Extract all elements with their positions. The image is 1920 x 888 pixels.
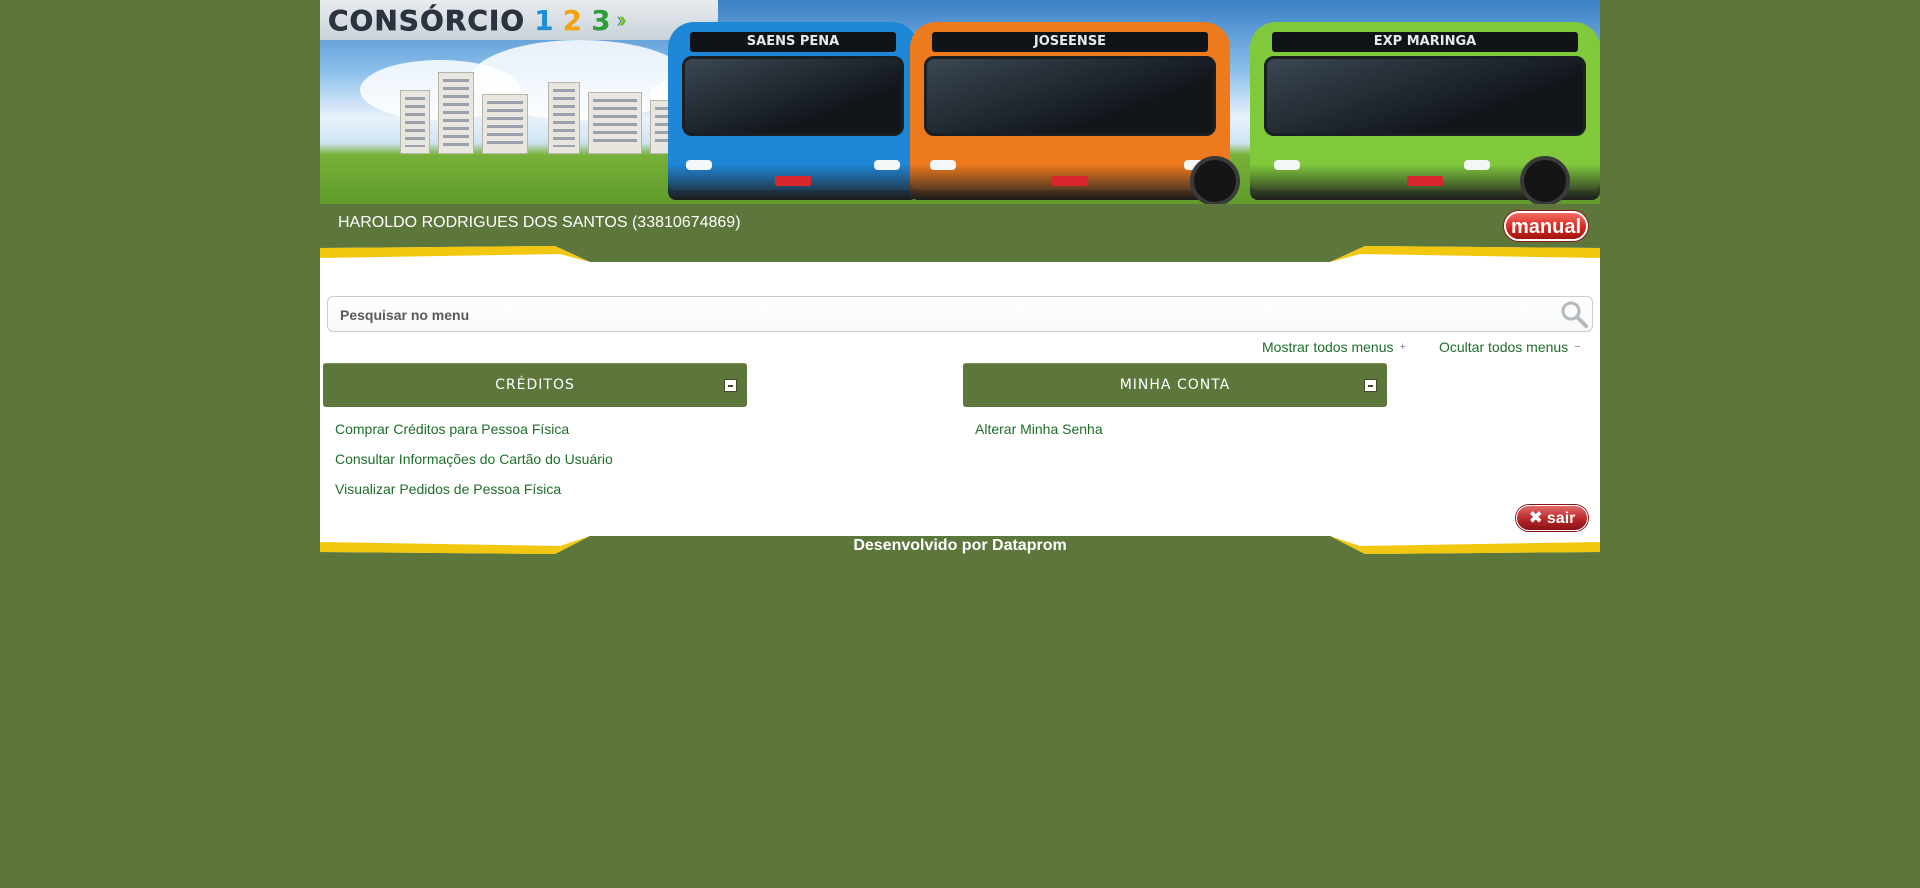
search-icon[interactable] <box>1560 300 1588 328</box>
main-panel: Mostrar todos menus + Ocultar todos menus… <box>320 264 1600 536</box>
user-bar: HAROLDO RODRIGUES DOS SANTOS (3381067486… <box>320 204 1600 250</box>
bus-headlight <box>1464 160 1490 170</box>
consorcio-logo: CONSÓRCIO 1 2 3 ››› <box>320 0 718 40</box>
bus-headlight <box>874 160 900 170</box>
search-box <box>327 296 1593 333</box>
bus-destination-sign: EXP MARINGA <box>1272 32 1578 52</box>
collapse-icon[interactable] <box>724 379 737 392</box>
menu-item-consultar-cartao[interactable]: Consultar Informações do Cartão do Usuár… <box>335 451 613 467</box>
exit-button[interactable]: ✖ sair <box>1516 505 1588 531</box>
bus-plate <box>1052 176 1088 186</box>
header-banner: CONSÓRCIO 1 2 3 ››› SAENS PENA JOSEENSE … <box>320 0 1600 204</box>
bus-windshield <box>682 56 904 136</box>
menu-item-alterar-senha[interactable]: Alterar Minha Senha <box>975 421 1103 437</box>
section-header-minha-conta[interactable]: MINHA CONTA <box>963 363 1387 407</box>
bus-windshield <box>924 56 1216 136</box>
show-all-menus-label: Mostrar todos menus <box>1262 339 1394 355</box>
user-name-label: HAROLDO RODRIGUES DOS SANTOS (3381067486… <box>338 214 741 231</box>
hide-all-menus-link[interactable]: Ocultar todos menus − <box>1439 339 1581 355</box>
building-decoration <box>482 94 528 154</box>
bus-headlight <box>930 160 956 170</box>
page-wrapper: CONSÓRCIO 1 2 3 ››› SAENS PENA JOSEENSE … <box>320 0 1600 250</box>
bus-image: JOSEENSE <box>910 22 1240 204</box>
bus-plate <box>1407 176 1443 186</box>
logo-number-3: 3 <box>591 3 611 37</box>
bus-image: EXP MARINGA <box>1250 22 1600 204</box>
footer-credit: Desenvolvido por Dataprom <box>853 537 1067 554</box>
bus-destination-sign: SAENS PENA <box>690 32 896 52</box>
hide-all-menus-label: Ocultar todos menus <box>1439 339 1569 355</box>
menu-item-comprar-creditos[interactable]: Comprar Créditos para Pessoa Física <box>335 421 569 437</box>
section-title: MINHA CONTA <box>1119 377 1231 393</box>
logo-number-1: 1 <box>534 3 554 37</box>
bus-wheel <box>1520 156 1570 204</box>
top-border-decoration <box>320 246 1600 266</box>
logo-text: CONSÓRCIO <box>328 3 526 37</box>
show-all-menus-link[interactable]: Mostrar todos menus + <box>1262 339 1406 355</box>
section-header-creditos[interactable]: CRÉDITOS <box>323 363 747 407</box>
minus-icon: − <box>1574 341 1581 353</box>
search-input[interactable] <box>338 297 1542 333</box>
menu-item-visualizar-pedidos[interactable]: Visualizar Pedidos de Pessoa Física <box>335 481 561 497</box>
collapse-icon[interactable] <box>1364 379 1377 392</box>
building-decoration <box>588 92 642 154</box>
close-icon: ✖ <box>1528 508 1543 527</box>
section-title: CRÉDITOS <box>495 377 575 393</box>
bus-plate <box>775 176 811 186</box>
manual-button[interactable]: manual <box>1504 211 1588 241</box>
building-decoration <box>438 72 474 154</box>
bus-windshield <box>1264 56 1586 136</box>
building-decoration <box>400 90 430 154</box>
chevrons-icon: ››› <box>616 7 629 32</box>
bus-wheel <box>1190 156 1240 204</box>
bus-headlight <box>1274 160 1300 170</box>
logo-number-2: 2 <box>562 3 583 37</box>
building-decoration <box>548 82 580 154</box>
exit-label: sair <box>1546 510 1576 527</box>
bus-destination-sign: JOSEENSE <box>932 32 1208 52</box>
plus-icon: + <box>1399 341 1406 353</box>
bus-headlight <box>686 160 712 170</box>
bus-image: SAENS PENA <box>668 22 918 200</box>
